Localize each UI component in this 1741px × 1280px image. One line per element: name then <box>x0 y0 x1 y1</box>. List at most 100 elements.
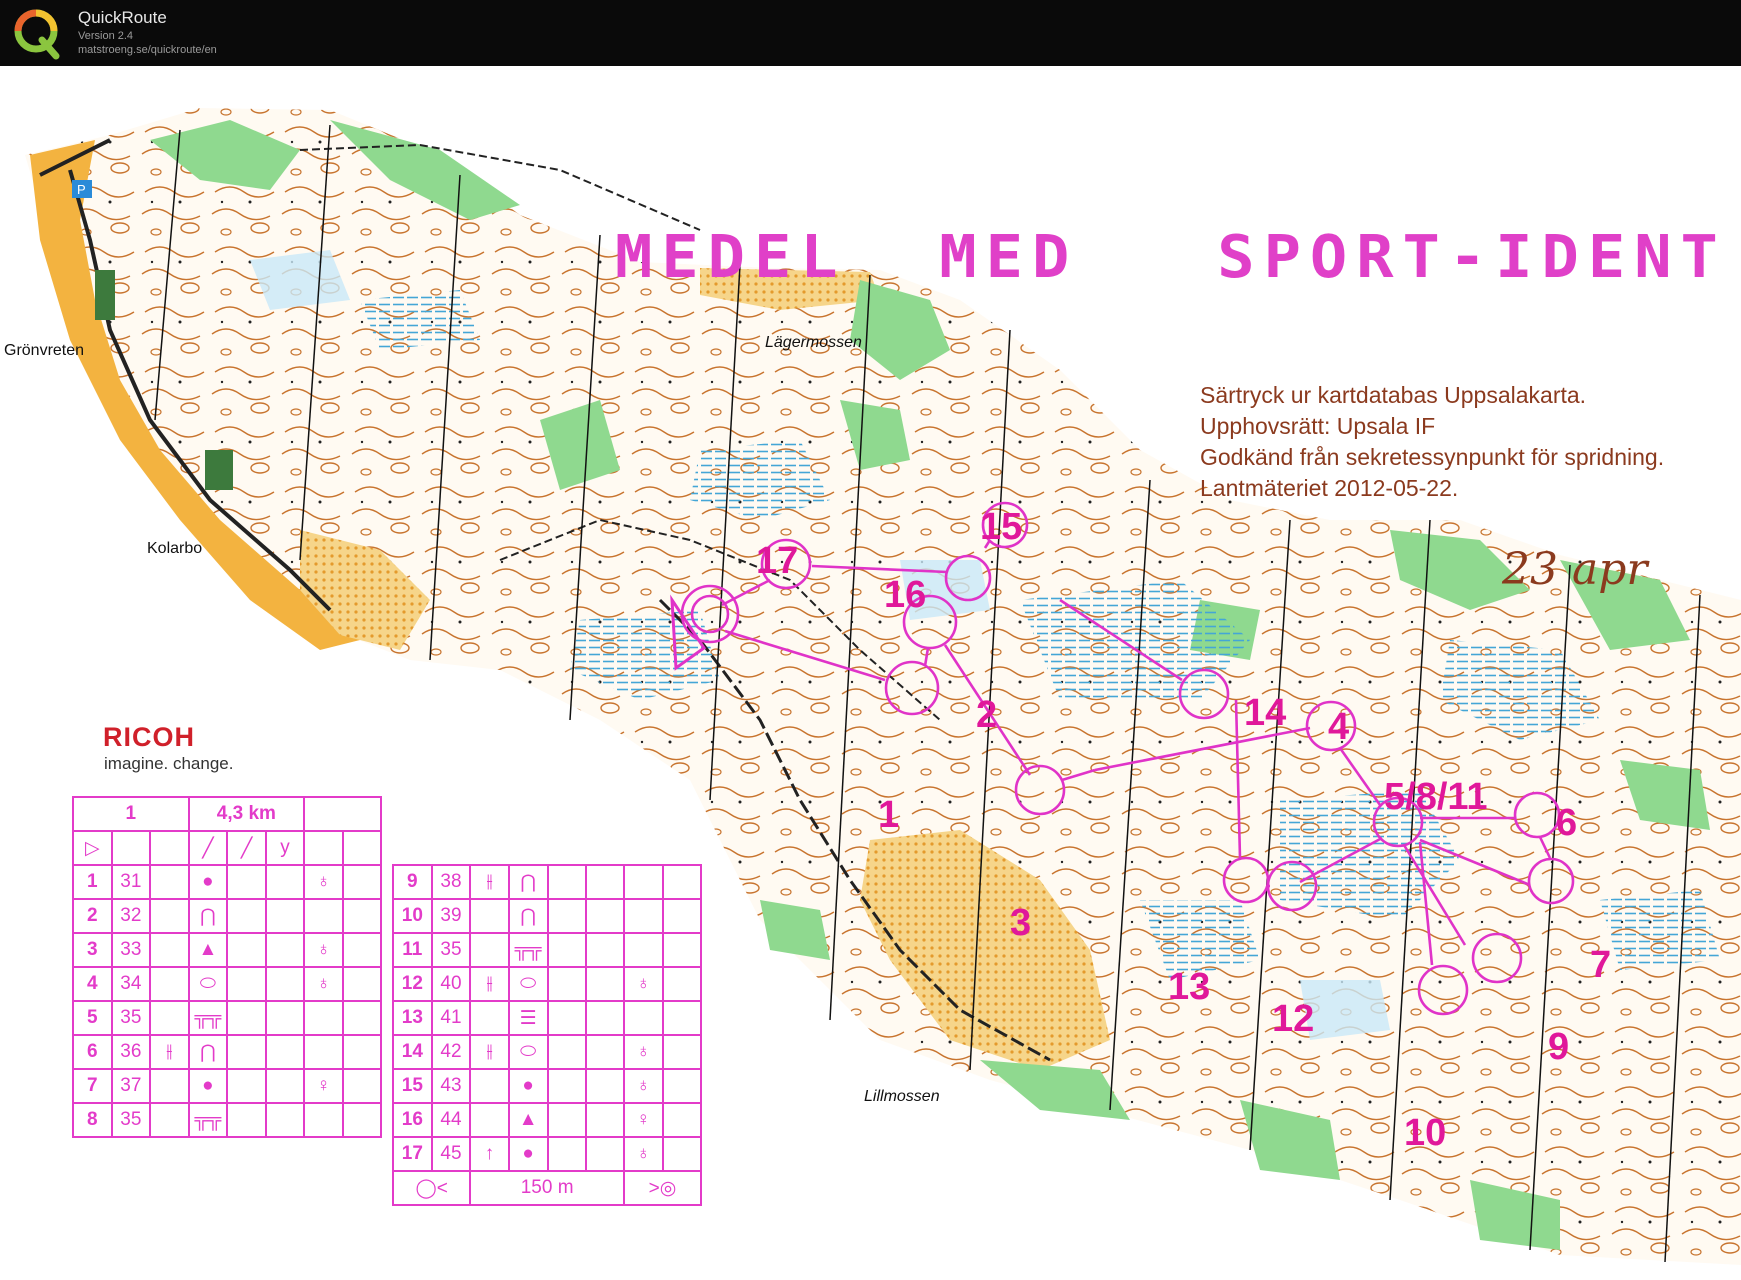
desc-cell-e <box>546 864 587 900</box>
desc-cell-f <box>584 1000 625 1036</box>
desc-row: 6 36 ⫲ ⋂ <box>72 1034 383 1070</box>
desc-cell-d: ╦╦ <box>507 932 549 968</box>
desc-cell-code: 35 <box>110 1000 152 1036</box>
desc-cell-c <box>149 1000 190 1036</box>
desc-cell-h <box>341 966 383 1002</box>
control-number-13[interactable]: 13 <box>1168 966 1210 1009</box>
desc-row: 13 41 ☰ <box>392 1000 703 1036</box>
desc-cell-code: 37 <box>110 1068 152 1104</box>
control-number-9[interactable]: 9 <box>1548 1026 1569 1069</box>
desc-cell-f <box>264 1000 306 1036</box>
desc-cell-code: 44 <box>430 1102 472 1138</box>
desc-cell-h <box>341 932 383 968</box>
control-number-4[interactable]: 4 <box>1328 706 1349 749</box>
copyright-line-2: Upphovsrätt: Upsala IF <box>1200 413 1436 439</box>
start-symbol-3: y <box>264 830 306 866</box>
desc-cell-e <box>546 1136 587 1172</box>
desc-cell-d: ⋂ <box>507 898 549 934</box>
control-number-15[interactable]: 15 <box>980 506 1022 549</box>
desc-row: 9 38 ⫲ ⋂ <box>392 864 703 900</box>
desc-cell-g <box>303 1000 344 1036</box>
desc-cell-n: 10 <box>392 898 433 934</box>
desc-cell-h <box>661 1034 703 1070</box>
desc-cell-c: ⫲ <box>469 1034 510 1070</box>
desc-cell-n: 12 <box>392 966 433 1002</box>
desc-cell-e <box>546 898 587 934</box>
desc-cell-h <box>341 1068 383 1104</box>
desc-cell-c <box>469 1000 510 1036</box>
control-number-14[interactable]: 14 <box>1244 692 1286 735</box>
desc-cell-d: ☰ <box>507 1000 549 1036</box>
desc-rows-left: 1 31 ● ♁ 2 32 ⋂ 3 33 ▲ ♁ 4 34 ⬭ ♁ 5 35 ╦╦ 6 36 ⫲ ⋂ 7 37 ● ♀ 8 35 ╦╦ <box>72 864 383 1138</box>
desc-cell-code: 35 <box>430 932 472 968</box>
desc-cell-g <box>622 898 664 934</box>
desc-cell-g <box>622 1000 664 1036</box>
finish-right-icon: >◎ <box>622 1170 703 1206</box>
desc-row: 7 37 ● ♀ <box>72 1068 383 1104</box>
control-number-3[interactable]: 3 <box>1010 902 1031 945</box>
control-number-6[interactable]: 6 <box>1556 802 1577 845</box>
desc-cell-f <box>584 898 625 934</box>
desc-cell-n: 1 <box>72 864 113 900</box>
desc-cell-h <box>341 1102 383 1138</box>
desc-row: 12 40 ⫲ ⬭ ♁ <box>392 966 703 1002</box>
desc-cell-d: ⬭ <box>507 966 549 1002</box>
desc-row: 15 43 ● ♁ <box>392 1068 703 1104</box>
desc-row: 14 42 ⫲ ⬭ ♁ <box>392 1034 703 1070</box>
desc-cell-f <box>264 864 306 900</box>
control-number-2[interactable]: 2 <box>976 694 997 737</box>
control-number-5-8-11[interactable]: 5/8/11 <box>1384 776 1488 819</box>
desc-cell-code: 36 <box>110 1034 152 1070</box>
control-number-16[interactable]: 16 <box>884 574 926 617</box>
desc-cell-code: 31 <box>110 864 152 900</box>
desc-cell-c <box>149 864 190 900</box>
desc-cell-n: 4 <box>72 966 113 1002</box>
desc-row: 16 44 ▲ ♀ <box>392 1102 703 1138</box>
sponsor-logo: RICOH <box>103 722 195 752</box>
desc-cell-h <box>661 932 703 968</box>
desc-cell-h <box>341 1000 383 1036</box>
desc-cell-n: 5 <box>72 1000 113 1036</box>
desc-cell-code: 32 <box>110 898 152 934</box>
desc-cell-h <box>661 1068 703 1104</box>
place-lillmossen: Lillmossen <box>864 1088 940 1105</box>
desc-cell-g: ♀ <box>303 1068 344 1104</box>
desc-cell-n: 13 <box>392 1000 433 1036</box>
orienteering-map[interactable]: P MEDEL MED SPORT-IDENT Särtryck ur kart… <box>0 66 1741 1280</box>
desc-cell-g: ♁ <box>622 1034 664 1070</box>
desc-cell-g: ♁ <box>303 864 344 900</box>
control-number-7[interactable]: 7 <box>1590 944 1611 987</box>
control-number-17[interactable]: 17 <box>756 540 798 583</box>
desc-row: 17 45 ↑ ● ♁ <box>392 1136 703 1172</box>
desc-cell-f <box>584 1136 625 1172</box>
desc-cell-g <box>622 864 664 900</box>
desc-cell-n: 2 <box>72 898 113 934</box>
desc-cell-code: 34 <box>110 966 152 1002</box>
desc-cell-e <box>226 932 267 968</box>
copyright-line-1: Särtryck ur kartdatabas Uppsalakarta. <box>1200 382 1587 408</box>
control-number-10[interactable]: 10 <box>1404 1112 1446 1155</box>
desc-course: 1 <box>72 796 190 832</box>
desc-cell-n: 7 <box>72 1068 113 1104</box>
desc-row: 5 35 ╦╦ <box>72 1000 383 1036</box>
copyright-line-4: Lantmäteriet 2012-05-22. <box>1200 475 1459 501</box>
desc-cell-n: 8 <box>72 1102 113 1138</box>
control-number-1[interactable]: 1 <box>878 794 899 837</box>
course-title: MEDEL MED SPORT-IDENT <box>615 221 1727 292</box>
desc-cell-n: 6 <box>72 1034 113 1070</box>
desc-cell-f <box>584 966 625 1002</box>
desc-cell-h <box>661 1000 703 1036</box>
desc-cell-c <box>149 898 190 934</box>
desc-cell-c <box>469 1068 510 1104</box>
desc-cell-g: ♀ <box>622 1102 664 1138</box>
handwritten-date: 23 apr <box>1502 544 1648 595</box>
desc-cell-h <box>341 898 383 934</box>
control-number-12[interactable]: 12 <box>1272 998 1314 1041</box>
finish-left-icon: ◯< <box>391 1170 472 1206</box>
desc-cell-h <box>661 966 703 1002</box>
desc-cell-f <box>584 1034 625 1070</box>
app-url[interactable]: matstroeng.se/quickroute/en <box>78 44 217 56</box>
desc-cell-g: ♁ <box>622 1136 664 1172</box>
desc-cell-c <box>149 1068 190 1104</box>
desc-cell-code: 45 <box>430 1136 472 1172</box>
